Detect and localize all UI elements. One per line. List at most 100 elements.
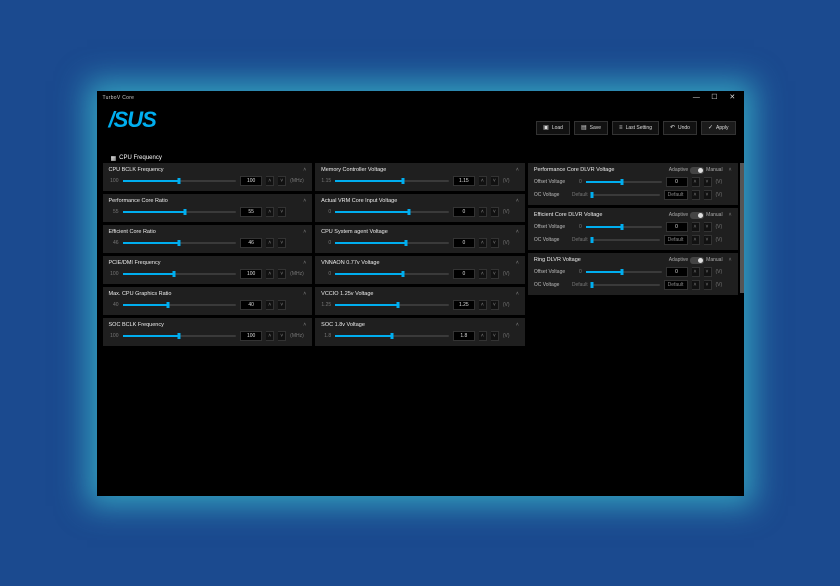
- step-down-button[interactable]: ˅: [704, 177, 712, 187]
- step-down-button[interactable]: ˅: [278, 300, 286, 310]
- step-up-button[interactable]: ˄: [479, 207, 487, 217]
- step-down-button[interactable]: ˅: [704, 222, 712, 232]
- step-up-button[interactable]: ˄: [692, 235, 700, 245]
- step-down-button[interactable]: ˅: [491, 207, 499, 217]
- step-up-button[interactable]: ˄: [692, 267, 700, 277]
- slider[interactable]: [592, 284, 660, 286]
- toggle-track[interactable]: [690, 257, 704, 264]
- collapse-icon[interactable]: ˄: [729, 257, 732, 263]
- step-down-button[interactable]: ˅: [704, 267, 712, 277]
- toggle-track[interactable]: [690, 167, 704, 174]
- step-up-button[interactable]: ˄: [692, 280, 700, 290]
- step-up-button[interactable]: ˄: [266, 176, 274, 186]
- slider[interactable]: [123, 273, 237, 275]
- slider[interactable]: [592, 239, 660, 241]
- step-down-button[interactable]: ˅: [278, 176, 286, 186]
- step-up-button[interactable]: ˄: [266, 207, 274, 217]
- collapse-icon[interactable]: ˄: [516, 229, 519, 235]
- slider[interactable]: [586, 181, 662, 183]
- step-down-button[interactable]: ˅: [278, 331, 286, 341]
- step-up-button[interactable]: ˄: [479, 269, 487, 279]
- slider[interactable]: [335, 180, 449, 182]
- value-input[interactable]: 1.25: [453, 300, 475, 310]
- value-input[interactable]: 0: [666, 177, 688, 187]
- apply-button[interactable]: ✓Apply: [701, 121, 736, 135]
- minimize-button[interactable]: —: [692, 93, 702, 103]
- value-input[interactable]: 46: [240, 238, 262, 248]
- value-input[interactable]: 100: [240, 331, 262, 341]
- value-input[interactable]: 0: [666, 267, 688, 277]
- step-up-button[interactable]: ˄: [266, 269, 274, 279]
- step-down-button[interactable]: ˅: [278, 269, 286, 279]
- mode-toggle[interactable]: Adaptive Manual: [669, 212, 723, 219]
- slider[interactable]: [335, 242, 449, 244]
- collapse-icon[interactable]: ˄: [516, 291, 519, 297]
- value-input[interactable]: 40: [240, 300, 262, 310]
- slider[interactable]: [335, 211, 449, 213]
- step-up-button[interactable]: ˄: [479, 331, 487, 341]
- value-input[interactable]: 100: [240, 176, 262, 186]
- collapse-icon[interactable]: ˄: [303, 291, 306, 297]
- step-up-button[interactable]: ˄: [692, 190, 700, 200]
- toggle-track[interactable]: [690, 212, 704, 219]
- value-input[interactable]: 55: [240, 207, 262, 217]
- step-up-button[interactable]: ˄: [266, 331, 274, 341]
- value-input[interactable]: 0: [666, 222, 688, 232]
- collapse-icon[interactable]: ˄: [729, 167, 732, 173]
- step-down-button[interactable]: ˅: [704, 235, 712, 245]
- step-down-button[interactable]: ˅: [491, 269, 499, 279]
- value-input[interactable]: 100: [240, 269, 262, 279]
- mode-toggle[interactable]: Adaptive Manual: [669, 167, 723, 174]
- slider[interactable]: [592, 194, 660, 196]
- slider[interactable]: [586, 271, 662, 273]
- collapse-icon[interactable]: ˄: [516, 322, 519, 328]
- collapse-icon[interactable]: ˄: [303, 167, 306, 173]
- slider[interactable]: [123, 180, 237, 182]
- step-up-button[interactable]: ˄: [266, 238, 274, 248]
- step-up-button[interactable]: ˄: [479, 238, 487, 248]
- last-setting-button[interactable]: ≡Last Setting: [612, 121, 659, 135]
- step-down-button[interactable]: ˅: [491, 238, 499, 248]
- step-down-button[interactable]: ˅: [278, 238, 286, 248]
- value-input[interactable]: 0: [453, 207, 475, 217]
- step-up-button[interactable]: ˄: [479, 176, 487, 186]
- value-input[interactable]: Default: [664, 190, 688, 200]
- scrollbar-thumb[interactable]: [740, 163, 744, 294]
- maximize-button[interactable]: ☐: [710, 93, 720, 103]
- mode-toggle[interactable]: Adaptive Manual: [669, 257, 723, 264]
- step-down-button[interactable]: ˅: [491, 331, 499, 341]
- slider[interactable]: [335, 273, 449, 275]
- load-button[interactable]: ▣Load: [536, 121, 570, 135]
- step-up-button[interactable]: ˄: [692, 177, 700, 187]
- slider[interactable]: [123, 335, 237, 337]
- slider[interactable]: [335, 335, 449, 337]
- save-button[interactable]: ▤Save: [574, 121, 608, 135]
- slider[interactable]: [123, 211, 237, 213]
- collapse-icon[interactable]: ˄: [516, 198, 519, 204]
- value-input[interactable]: Default: [664, 235, 688, 245]
- slider[interactable]: [335, 304, 449, 306]
- step-down-button[interactable]: ˅: [491, 300, 499, 310]
- collapse-icon[interactable]: ˄: [303, 322, 306, 328]
- value-input[interactable]: 1.8: [453, 331, 475, 341]
- collapse-icon[interactable]: ˄: [303, 229, 306, 235]
- collapse-icon[interactable]: ˄: [516, 260, 519, 266]
- slider[interactable]: [123, 242, 237, 244]
- value-input[interactable]: Default: [664, 280, 688, 290]
- step-down-button[interactable]: ˅: [278, 207, 286, 217]
- step-down-button[interactable]: ˅: [491, 176, 499, 186]
- close-button[interactable]: ✕: [728, 93, 738, 103]
- value-input[interactable]: 0: [453, 238, 475, 248]
- collapse-icon[interactable]: ˄: [516, 167, 519, 173]
- undo-button[interactable]: ↶Undo: [663, 121, 697, 135]
- slider[interactable]: [586, 226, 662, 228]
- value-input[interactable]: 0: [453, 269, 475, 279]
- step-down-button[interactable]: ˅: [704, 190, 712, 200]
- collapse-icon[interactable]: ˄: [729, 212, 732, 218]
- scrollbar-track[interactable]: [740, 163, 744, 490]
- step-down-button[interactable]: ˅: [704, 280, 712, 290]
- slider[interactable]: [123, 304, 237, 306]
- step-up-button[interactable]: ˄: [479, 300, 487, 310]
- collapse-icon[interactable]: ˄: [303, 260, 306, 266]
- step-up-button[interactable]: ˄: [266, 300, 274, 310]
